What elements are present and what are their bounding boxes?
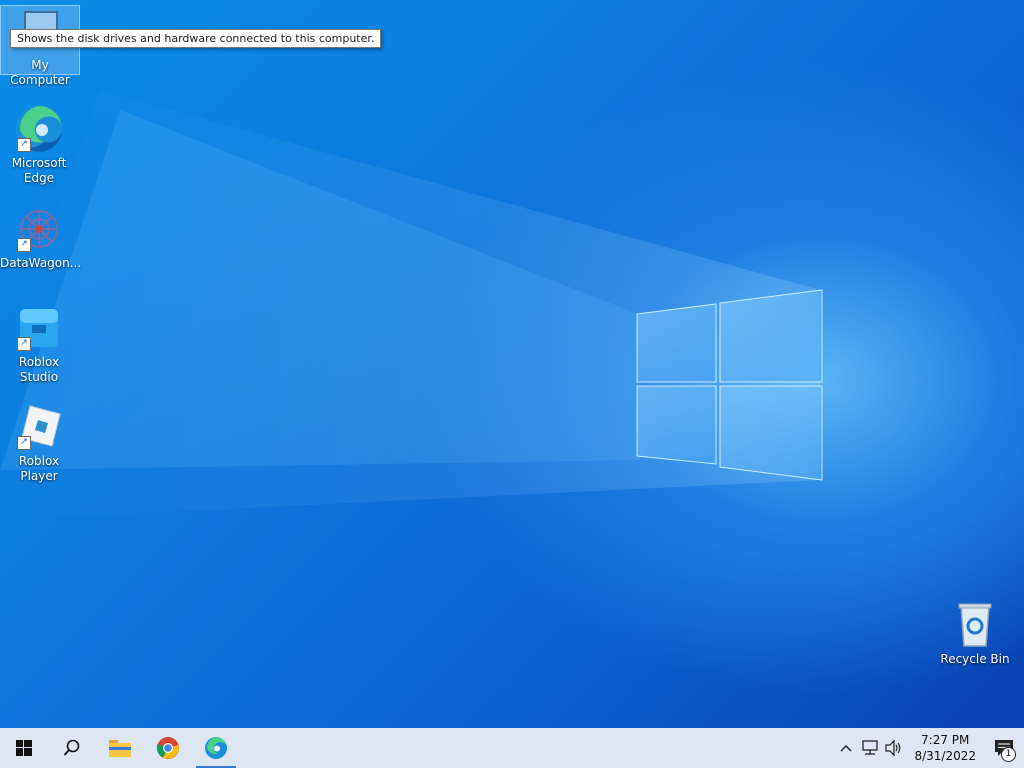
tooltip: Shows the disk drives and hardware conne… [10,29,382,48]
network-button[interactable] [858,728,882,768]
taskbar-file-explorer[interactable] [96,728,144,768]
taskbar-chrome[interactable] [144,728,192,768]
taskbar: 7:27 PM 8/31/2022 1 [0,728,1024,768]
roblox-player-icon: ↗ [14,402,64,452]
system-tray: 7:27 PM 8/31/2022 1 [834,728,1024,768]
folder-icon [109,740,131,757]
desktop-icon-label: My Computer [10,58,70,87]
search-button[interactable] [48,728,96,768]
chrome-icon [156,737,179,759]
desktop-icon-roblox-player[interactable]: ↗ Roblox Player [0,402,78,484]
desktop-icon-label: Recycle Bin [940,652,1010,666]
shortcut-arrow-icon: ↗ [17,238,31,252]
desktop-icon-label: Roblox Player [18,454,60,483]
volume-button[interactable] [882,728,906,768]
roblox-studio-icon: ↗ [14,303,64,353]
chevron-up-icon [840,745,852,752]
clock-time: 7:27 PM [921,733,970,747]
taskbar-edge[interactable] [192,728,240,768]
start-button[interactable] [0,728,48,768]
recycle-bin-icon [950,600,1000,650]
desktop-icon-label: Microsoft Edge [11,156,67,185]
notification-count-badge: 1 [1001,747,1016,762]
clock-date: 8/31/2022 [914,749,976,763]
desktop-icon-label: DataWagon... [0,256,82,270]
desktop-icon-label: Roblox Studio [18,355,60,384]
wallpaper [0,90,823,520]
datawagon-icon: ↗ [14,204,64,254]
search-icon [63,739,80,756]
shortcut-arrow-icon: ↗ [17,138,31,152]
shortcut-arrow-icon: ↗ [17,436,31,450]
edge-icon [205,737,227,759]
windows-logo [636,289,823,481]
show-hidden-icons-button[interactable] [834,728,858,768]
shortcut-arrow-icon: ↗ [17,337,31,351]
desktop-icon-roblox-studio[interactable]: ↗ Roblox Studio [0,303,78,385]
desktop-icon-microsoft-edge[interactable]: ↗ Microsoft Edge [0,104,78,186]
edge-icon: ↗ [14,104,64,154]
speaker-icon [885,740,901,756]
desktop-icon-datawagon[interactable]: ↗ DataWagon... [0,204,82,271]
clock[interactable]: 7:27 PM 8/31/2022 [906,732,984,764]
action-center-button[interactable]: 1 [984,728,1024,768]
windows-start-icon [16,740,32,756]
desktop-icon-recycle-bin[interactable]: Recycle Bin [936,600,1014,667]
network-icon [862,740,879,755]
